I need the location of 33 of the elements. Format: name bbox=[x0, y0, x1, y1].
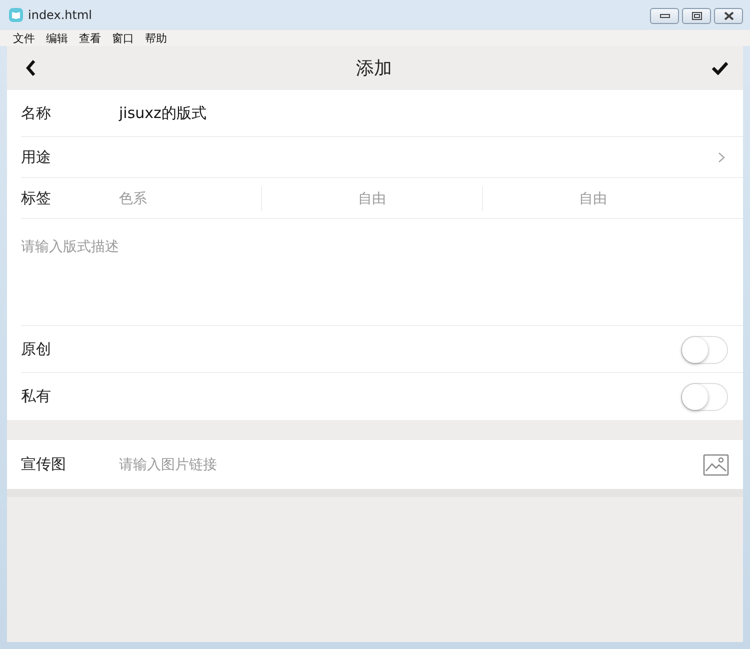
maximize-button[interactable] bbox=[682, 8, 711, 24]
tag-field[interactable]: 自由 bbox=[482, 186, 703, 211]
field-label: 用途 bbox=[21, 148, 52, 167]
switch-label: 原创 bbox=[21, 340, 52, 359]
name-field[interactable]: jisuxz的版式 bbox=[119, 104, 743, 123]
minimize-icon bbox=[660, 13, 670, 19]
menu-item[interactable]: 查看 bbox=[79, 30, 101, 46]
menu-item[interactable]: 文件 bbox=[13, 30, 35, 46]
image-link-field[interactable]: 请输入图片链接 bbox=[119, 456, 703, 472]
close-icon bbox=[724, 12, 734, 20]
purpose-row[interactable]: 用途 bbox=[7, 137, 743, 178]
app-icon bbox=[9, 8, 23, 22]
close-button[interactable] bbox=[714, 8, 743, 24]
menu-item[interactable]: 窗口 bbox=[112, 30, 134, 46]
window-title: index.html bbox=[28, 8, 93, 22]
image-icon[interactable] bbox=[703, 454, 729, 476]
confirm-button[interactable] bbox=[711, 61, 729, 75]
switch-label: 私有 bbox=[21, 387, 52, 406]
tag-field[interactable]: 自由 bbox=[261, 186, 482, 211]
menu-item[interactable]: 帮助 bbox=[145, 30, 167, 46]
chevron-icon bbox=[718, 152, 725, 163]
toggle-switch[interactable] bbox=[681, 336, 728, 364]
field-label: 名称 bbox=[21, 104, 52, 123]
field-label: 宣传图 bbox=[21, 455, 67, 474]
toggle-switch[interactable] bbox=[681, 382, 728, 410]
description-field[interactable]: 请输入版式描述 bbox=[7, 219, 743, 326]
back-button[interactable] bbox=[25, 59, 37, 77]
maximize-icon bbox=[692, 12, 702, 20]
field-label: 标签 bbox=[21, 189, 52, 208]
minimize-button[interactable] bbox=[650, 8, 679, 24]
menu-item[interactable]: 编辑 bbox=[46, 30, 68, 46]
page-title: 添加 bbox=[356, 57, 392, 80]
tag-field[interactable]: 色系 bbox=[119, 186, 261, 211]
